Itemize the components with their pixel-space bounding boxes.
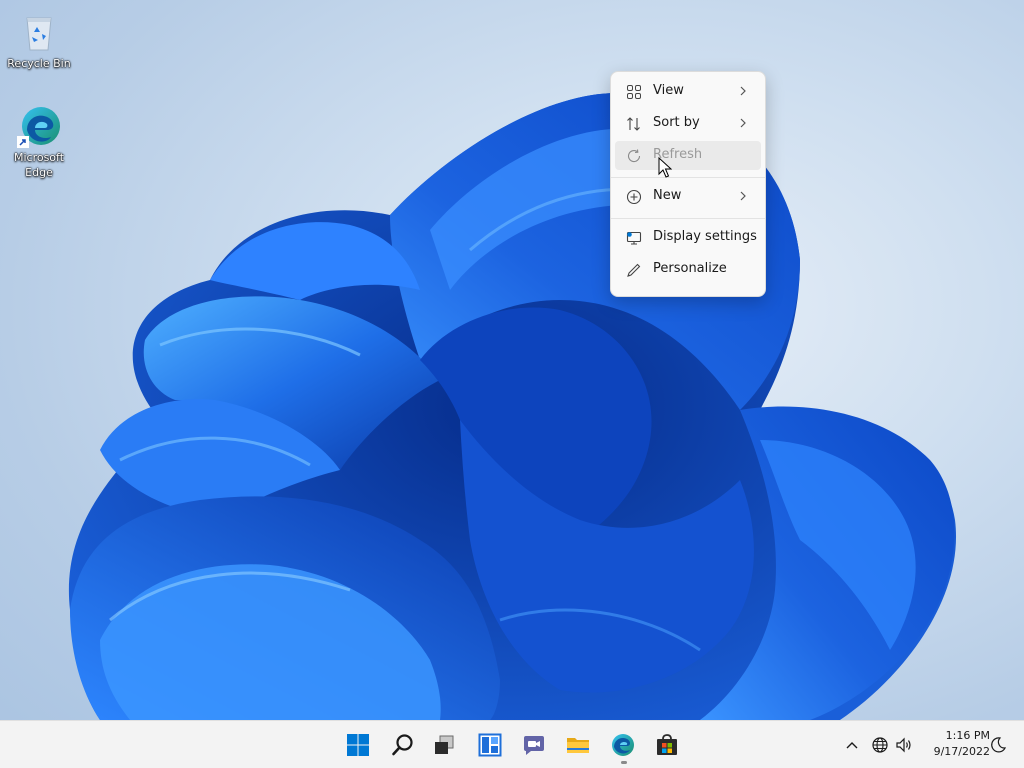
taskbar-chat-button[interactable] [516,727,552,763]
running-indicator [621,761,627,764]
sort-icon [627,117,640,131]
desktop-icon-label: Microsoft Edge [13,151,65,179]
menu-item-label: New [653,188,682,203]
shortcut-arrow-icon [17,136,29,148]
network-globe-icon[interactable] [870,735,890,755]
pen-icon [627,263,641,277]
taskbar: 1:16 PM 9/17/2022 [0,720,1024,768]
volume-icon[interactable] [894,735,914,755]
view-grid-icon [627,85,641,99]
new-plus-icon [626,189,642,205]
taskbar-file-explorer-button[interactable] [560,727,596,763]
taskbar-edge-button[interactable] [605,727,641,764]
taskbar-task-view-button[interactable] [426,727,462,763]
menu-item-refresh[interactable]: Refresh [615,141,761,170]
task-view-icon [435,735,454,754]
taskbar-clock[interactable]: 1:16 PM 9/17/2022 [918,728,990,760]
store-icon [657,734,677,755]
taskbar-store-button[interactable] [649,727,685,763]
menu-item-personalize[interactable]: Personalize [615,255,761,284]
menu-separator [611,177,765,178]
clock-time: 1:16 PM [945,729,990,742]
menu-item-label: Display settings [653,229,757,244]
taskbar-widgets-button[interactable] [472,727,508,763]
chevron-up-icon[interactable] [842,735,862,755]
desktop[interactable]: Recycle Bin Microsoft Edge View Sort by … [0,0,1024,720]
desktop-icon-label: Recycle Bin [7,57,71,70]
chevron-right-icon [740,118,746,128]
widgets-icon [478,733,502,757]
menu-item-label: Personalize [653,261,727,276]
windows-start-icon [347,734,369,756]
folder-icon [567,738,589,753]
moon-icon[interactable] [988,735,1008,755]
menu-item-label: Sort by [653,115,700,130]
menu-item-sort-by[interactable]: Sort by [615,109,761,138]
refresh-icon [627,149,641,163]
edge-icon [612,734,634,756]
edge-icon [17,104,61,148]
taskbar-search-button[interactable] [385,727,421,763]
search-icon [392,734,413,756]
chat-icon [524,736,544,755]
desktop-context-menu: View Sort by Refresh New Display setting… [610,71,766,297]
menu-separator [611,218,765,219]
clock-date: 9/17/2022 [933,745,990,758]
display-settings-icon [626,231,642,245]
recycle-bin-icon [17,10,61,54]
taskbar-start-button[interactable] [340,727,376,763]
menu-item-label: View [653,83,684,98]
wallpaper-bloom [68,92,957,720]
desktop-icon-recycle-bin[interactable]: Recycle Bin [2,10,76,71]
menu-item-view[interactable]: View [615,77,761,106]
mouse-cursor-icon [658,157,672,178]
desktop-icon-microsoft-edge[interactable]: Microsoft Edge [2,104,76,180]
chevron-right-icon [740,86,746,96]
chevron-right-icon [740,191,746,201]
menu-item-new[interactable]: New [615,182,761,211]
menu-item-display-settings[interactable]: Display settings [615,223,761,252]
